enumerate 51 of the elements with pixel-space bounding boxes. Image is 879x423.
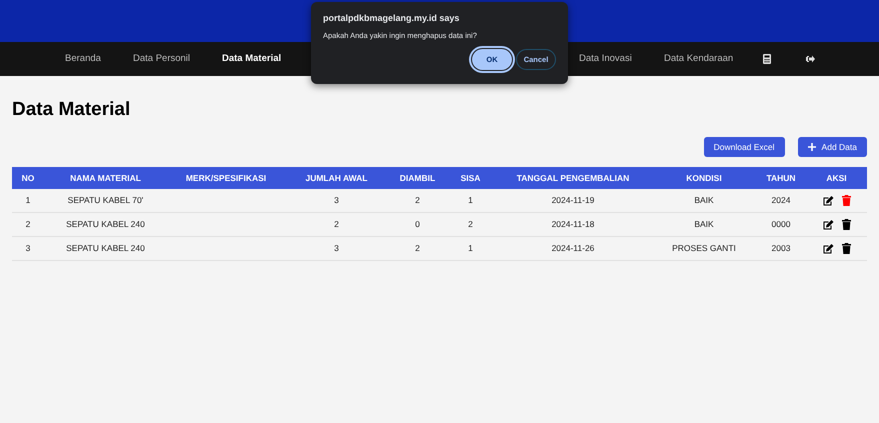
- table-cell: BAIK: [694, 219, 714, 230]
- table-cell: SEPATU KABEL 240: [66, 243, 145, 254]
- column-header: DIAMBIL: [398, 172, 436, 184]
- edit-icon[interactable]: [822, 244, 834, 254]
- table-cell: 2: [334, 219, 339, 230]
- table-cell: 2024-11-19: [552, 195, 594, 206]
- column-header: JUMLAH AWAL: [304, 172, 368, 184]
- table-cell: SEPATU KABEL 70': [68, 195, 144, 206]
- page-title: Data Material: [12, 100, 130, 119]
- column-header: TAHUN: [765, 172, 797, 184]
- trash-icon[interactable]: [842, 243, 850, 254]
- table-cell: 2024-11-18: [552, 219, 594, 230]
- edit-icon[interactable]: [822, 220, 834, 230]
- plus-icon: [808, 143, 816, 151]
- nav-link[interactable]: Beranda: [65, 52, 101, 66]
- table-cell: 3: [334, 243, 339, 254]
- nav-link[interactable]: Data Material: [222, 52, 282, 66]
- column-header: KONDISI: [685, 172, 723, 184]
- table-cell: 2: [415, 243, 420, 254]
- calculator-icon[interactable]: [763, 54, 771, 64]
- table-cell: 2: [415, 195, 420, 206]
- table-cell: 1: [26, 195, 30, 206]
- table-cell: 2024-11-26: [552, 243, 594, 254]
- trash-icon[interactable]: [842, 219, 850, 230]
- table-cell: 1: [468, 195, 473, 206]
- nav-link[interactable]: Data Kendaraan: [664, 52, 734, 66]
- dialog-title: portalpdkbmagelang.my.id says: [323, 12, 460, 24]
- nav-link[interactable]: Data Personil: [133, 52, 190, 66]
- table-cell: 2003: [772, 243, 790, 254]
- column-header: NO: [20, 172, 36, 184]
- column-header: SISA: [460, 172, 482, 184]
- table-cell: BAIK: [694, 195, 714, 206]
- table-cell: 2: [26, 219, 30, 230]
- nav-link[interactable]: Data Inovasi: [579, 52, 632, 66]
- download-excel-button[interactable]: Download Excel: [704, 137, 785, 157]
- table-cell: PROSES GANTI: [672, 243, 736, 254]
- table-cell: SEPATU KABEL 240: [66, 219, 145, 230]
- table-cell: 1: [468, 243, 473, 254]
- add-data-button[interactable]: Add Data: [798, 137, 867, 157]
- column-header: MERK/SPESIFIKASI: [184, 172, 268, 184]
- column-header: NAMA MATERIAL: [69, 172, 142, 184]
- table-cell: 2: [468, 219, 473, 230]
- edit-icon[interactable]: [822, 196, 834, 206]
- column-header: TANGGAL PENGEMBALIAN: [516, 172, 630, 184]
- table-cell: 2024: [772, 195, 790, 206]
- table-cell: 3: [26, 243, 30, 254]
- column-header: AKSI: [825, 172, 848, 184]
- sign-out-icon[interactable]: [806, 55, 815, 63]
- table-cell: 0: [415, 219, 420, 230]
- table-cell: 3: [334, 195, 339, 206]
- table-cell: 0000: [772, 219, 790, 230]
